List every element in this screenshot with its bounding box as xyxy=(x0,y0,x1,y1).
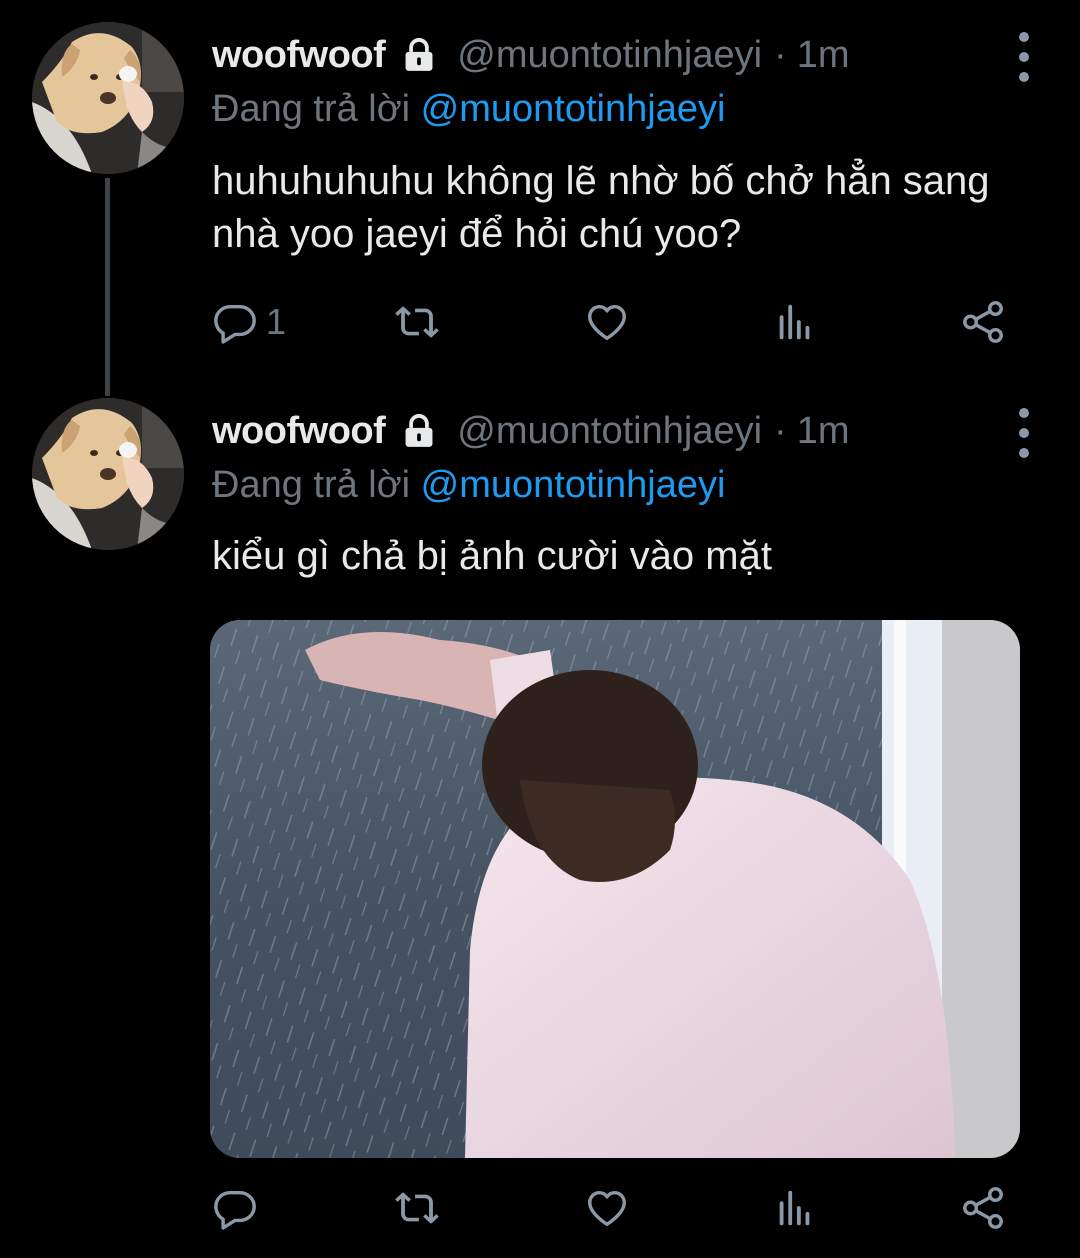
reply-icon xyxy=(212,1185,258,1231)
replying-to: Đang trả lời @muontotinhjaeyi xyxy=(212,88,725,131)
reply-button[interactable] xyxy=(212,1183,266,1233)
replying-to: Đang trả lời @muontotinhjaeyi xyxy=(212,464,725,507)
like-icon xyxy=(584,299,630,345)
reply-button[interactable]: 1 xyxy=(212,297,286,347)
timestamp[interactable]: 1m xyxy=(797,34,850,77)
views-icon xyxy=(772,299,818,345)
replying-to-label: Đang trả lời xyxy=(212,88,411,130)
avatar[interactable] xyxy=(32,398,184,550)
retweet-icon xyxy=(394,299,440,345)
display-name[interactable]: woofwoof xyxy=(212,34,386,77)
more-icon[interactable] xyxy=(1012,408,1036,458)
tweet-text: huhuhuhuhu không lẽ nhờ bố chở hẳn sang … xyxy=(212,159,990,256)
avatar[interactable] xyxy=(32,22,184,174)
replying-to-handle[interactable]: @muontotinhjaeyi xyxy=(421,88,726,130)
like-icon xyxy=(584,1185,630,1231)
timestamp[interactable]: 1m xyxy=(797,410,850,453)
reply-icon xyxy=(212,299,258,345)
replying-to-handle[interactable]: @muontotinhjaeyi xyxy=(421,464,726,506)
more-icon[interactable] xyxy=(1012,32,1036,82)
replying-to-label: Đang trả lời xyxy=(212,464,411,506)
tweet-media-image[interactable] xyxy=(210,620,1020,1158)
tweet-actions: 1 xyxy=(212,297,1032,347)
separator: · xyxy=(774,33,787,76)
tweet-text: kiểu gì chả bị ảnh cười vào mặt xyxy=(212,534,772,578)
tweet-actions xyxy=(212,1183,1032,1233)
tweet[interactable]: woofwoof @muontotinhjaeyi · 1m Đang trả … xyxy=(0,390,1080,1258)
user-handle[interactable]: @muontotinhjaeyi xyxy=(457,34,762,77)
share-button[interactable] xyxy=(960,1183,1006,1233)
views-button[interactable] xyxy=(772,1183,818,1233)
retweet-icon xyxy=(394,1185,440,1231)
reply-count: 1 xyxy=(266,301,287,342)
views-icon xyxy=(772,1185,818,1231)
share-icon xyxy=(960,299,1006,345)
display-name[interactable]: woofwoof xyxy=(212,410,386,453)
thread-connector-line xyxy=(105,178,110,396)
like-button[interactable] xyxy=(584,297,630,347)
user-handle[interactable]: @muontotinhjaeyi xyxy=(457,410,762,453)
lock-icon xyxy=(399,36,439,74)
tweet[interactable]: woofwoof @muontotinhjaeyi · 1m Đang trả … xyxy=(0,0,1080,396)
separator: · xyxy=(774,409,787,452)
views-button[interactable] xyxy=(772,297,818,347)
tweet-header: woofwoof @muontotinhjaeyi · 1m xyxy=(212,406,849,456)
share-button[interactable] xyxy=(960,297,1006,347)
retweet-button[interactable] xyxy=(394,297,440,347)
like-button[interactable] xyxy=(584,1183,630,1233)
share-icon xyxy=(960,1185,1006,1231)
lock-icon xyxy=(399,412,439,450)
retweet-button[interactable] xyxy=(394,1183,440,1233)
tweet-header: woofwoof @muontotinhjaeyi · 1m xyxy=(212,30,849,80)
